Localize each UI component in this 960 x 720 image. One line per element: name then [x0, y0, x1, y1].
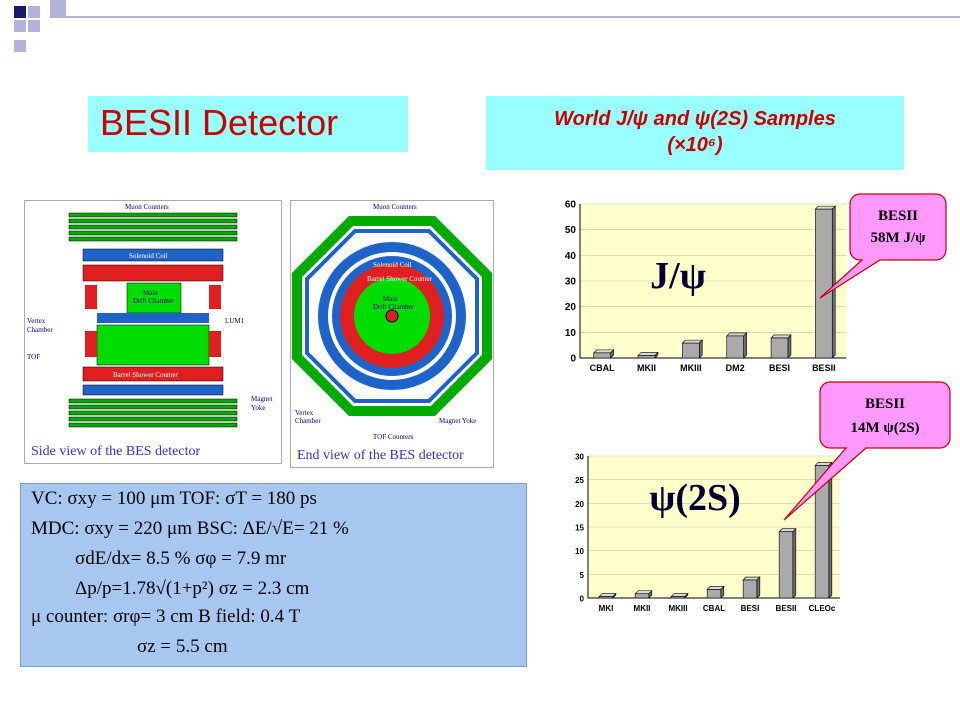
- x-tick-label: MKII: [634, 604, 651, 613]
- side-view-panel: Muon Counters Solenoid Coil Main Drift C…: [24, 200, 282, 464]
- spec-line-2: MDC: σxy = 220 μm BSC: ΔE/√E= 21 %: [31, 518, 349, 539]
- x-tick-label: BESII: [812, 363, 836, 373]
- bar-side: [743, 332, 747, 359]
- y-tick-label: 0: [580, 595, 585, 604]
- svg-text:Drift Chamber: Drift Chamber: [373, 303, 415, 311]
- x-tick-label: CBAL: [703, 604, 725, 613]
- svg-text:Muon Counters: Muon Counters: [125, 203, 169, 211]
- svg-text:Magnet Yoke: Magnet Yoke: [439, 417, 476, 425]
- bar-top: [593, 349, 615, 354]
- svg-text:Main: Main: [143, 289, 158, 297]
- svg-text:Solenoid Coil: Solenoid Coil: [129, 252, 168, 260]
- spec-line-3: σdE/dx= 8.5 % σφ = 7.9 mr: [75, 548, 287, 569]
- end-view-caption: End view of the BES detector: [297, 448, 464, 463]
- svg-text:Vertex: Vertex: [295, 409, 314, 417]
- y-tick-label: 10: [575, 547, 584, 556]
- y-tick-label: 60: [565, 200, 577, 211]
- jpsi-callout: BESII 58M J/ψ: [819, 193, 947, 299]
- svg-text:Magnet: Magnet: [251, 395, 272, 403]
- y-tick-label: 10: [565, 328, 577, 339]
- x-tick-label: MKI: [599, 604, 614, 613]
- y-tick-label: 20: [565, 302, 577, 313]
- svg-text:Chamber: Chamber: [27, 326, 53, 334]
- x-tick-label: CLEOc: [809, 604, 836, 613]
- bar-top: [681, 339, 703, 344]
- x-tick-label: CBAL: [590, 363, 615, 373]
- y-tick-label: 30: [575, 453, 584, 462]
- psi2s-callout-line2: 14M ψ(2S): [850, 420, 919, 436]
- spec-line-1: VC: σxy = 100 μm TOF: σT = 180 ps: [31, 488, 317, 509]
- x-tick-label: BESI: [769, 363, 790, 373]
- world-header-line1: World J/ψ and ψ(2S) Samples: [554, 108, 836, 130]
- chart-series-label: J/ψ: [650, 255, 706, 297]
- bar-side: [698, 339, 703, 359]
- svg-text:Chamber: Chamber: [295, 417, 321, 425]
- bar-cbal: [593, 352, 611, 359]
- bar-top: [726, 332, 748, 337]
- bar-dm2: [726, 335, 744, 359]
- spec-line-4: Δp/p=1.78√(1+p²) σz = 2.3 cm: [75, 578, 310, 599]
- psi2s-callout-line1: BESII: [865, 396, 905, 412]
- bar-mkii: [637, 355, 656, 359]
- bar-top: [770, 334, 792, 339]
- spec-line-5: μ counter: σrφ= 3 cm B field: 0.4 T: [31, 606, 301, 627]
- y-tick-label: 20: [575, 500, 584, 509]
- header-rule: [66, 16, 960, 18]
- y-tick-label: 50: [565, 225, 577, 236]
- y-tick-label: 15: [575, 524, 584, 533]
- jpsi-callout-line2: 58M J/ψ: [871, 230, 927, 246]
- bar-mki: [598, 596, 614, 599]
- jpsi-callout-line1: BESII: [878, 208, 918, 224]
- bar-besii: [778, 531, 794, 599]
- x-tick-label: MKIII: [668, 604, 687, 613]
- y-tick-label: 30: [565, 277, 577, 288]
- psi2s-callout: BESII 14M ψ(2S): [783, 381, 951, 521]
- x-tick-label: BESII: [776, 604, 797, 613]
- bar-besi: [770, 337, 789, 359]
- svg-text:Main: Main: [383, 295, 398, 303]
- bar-cbal: [706, 589, 722, 599]
- side-view-diagram: Muon Counters Solenoid Coil Main Drift C…: [27, 203, 272, 428]
- bar-side: [756, 576, 761, 599]
- jpsi-chart: 0 10 20 30 40 50 60 CBAL MKII MKIII DM2 BESI BESII J/…: [565, 200, 846, 373]
- svg-text:Drift Chamber: Drift Chamber: [133, 297, 175, 305]
- svg-text:Yoke: Yoke: [251, 404, 265, 412]
- slide-title: BESII Detector: [100, 102, 339, 143]
- x-tick-label: MKIII: [680, 363, 702, 373]
- svg-text:Solenoid Coil: Solenoid Coil: [373, 261, 412, 269]
- world-samples-header: World J/ψ and ψ(2S) Samples (×10⁶): [486, 96, 904, 170]
- y-tick-label: 25: [575, 476, 584, 485]
- x-tick-label: DM2: [726, 363, 745, 373]
- decor-squares: [0, 0, 80, 60]
- svg-text:LUM1: LUM1: [225, 317, 245, 325]
- y-tick-label: 5: [580, 571, 585, 580]
- bar-mkiii: [670, 596, 686, 599]
- svg-text:Barrel Shower Counter: Barrel Shower Counter: [367, 275, 433, 283]
- bar-top: [637, 352, 659, 356]
- y-tick-label: 0: [570, 354, 576, 365]
- x-tick-label: BESI: [741, 604, 760, 613]
- y-tick-label: 40: [565, 251, 577, 262]
- side-view-caption: Side view of the BES detector: [31, 444, 201, 459]
- chart-series-label: ψ(2S): [649, 477, 741, 519]
- svg-text:Vertex: Vertex: [27, 317, 46, 325]
- world-header-line2: (×10⁶): [667, 134, 723, 156]
- end-view-diagram: Muon Counters Solenoid Coil Barrel Showe…: [292, 203, 492, 441]
- svg-text:TOF Counters: TOF Counters: [373, 433, 413, 441]
- bar-mkii: [634, 593, 650, 599]
- svg-text:TOF: TOF: [27, 353, 40, 361]
- bar-mkiii: [682, 342, 700, 359]
- x-tick-label: MKII: [637, 363, 656, 373]
- end-view-panel: Muon Counters Solenoid Coil Barrel Showe…: [290, 200, 494, 468]
- title-box: BESII Detector: [88, 96, 408, 152]
- svg-text:Barrel Shower Counter: Barrel Shower Counter: [113, 371, 179, 379]
- svg-text:Muon Counters: Muon Counters: [373, 203, 417, 211]
- specs-box: VC: σxy = 100 μm TOF: σT = 180 ps MDC: σ…: [20, 483, 527, 667]
- spec-line-6: σz = 5.5 cm: [137, 636, 228, 657]
- bar-besi: [742, 579, 758, 599]
- bar-side: [787, 334, 792, 359]
- bar-side: [792, 528, 797, 599]
